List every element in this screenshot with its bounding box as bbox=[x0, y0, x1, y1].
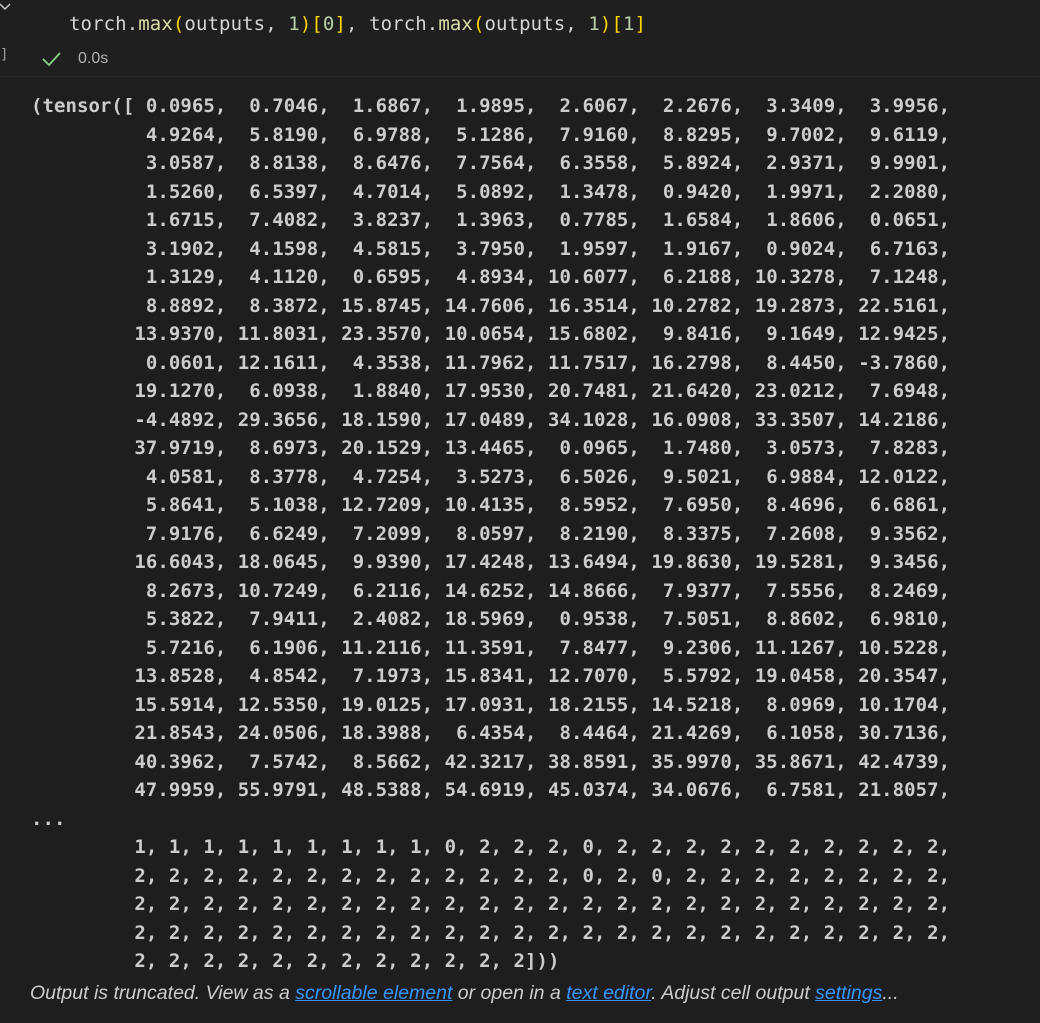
output-line: 4.9264, 5.8190, 6.9788, 5.1286, 7.9160, … bbox=[31, 123, 951, 146]
execution-count-bracket: ] bbox=[0, 47, 9, 63]
code-token: ( bbox=[472, 13, 485, 35]
output-line: 1.3129, 4.1120, 0.6595, 4.8934, 10.6077,… bbox=[31, 266, 951, 288]
output-line: 3.1902, 4.1598, 4.5815, 3.7950, 1.9597, … bbox=[31, 237, 951, 260]
output-line: 3.0587, 8.8138, 8.6476, 7.7564, 6.3558, … bbox=[31, 152, 951, 174]
code-token: 1 bbox=[588, 13, 600, 35]
code-token: outputs, bbox=[184, 13, 289, 35]
code-token: ( bbox=[172, 13, 185, 35]
code-token: max bbox=[138, 13, 173, 35]
output-line: 1, 1, 1, 1, 1, 1, 1, 1, 1, 0, 2, 2, 2, 0… bbox=[31, 836, 951, 858]
code-token: [ bbox=[611, 13, 623, 35]
truncation-text: Output is truncated. View as a bbox=[30, 982, 296, 1004]
check-icon bbox=[42, 52, 61, 67]
code-token: torch bbox=[69, 13, 127, 35]
code-cell[interactable]: torch.max(outputs, 1)[0], torch.max(outp… bbox=[0, 0, 1040, 77]
output-line: 5.7216, 6.1906, 11.2116, 11.3591, 7.8477… bbox=[31, 636, 951, 659]
settings-link[interactable]: settings bbox=[815, 982, 882, 1004]
cell-status: 0.0s bbox=[40, 48, 108, 70]
chevron-down-icon[interactable] bbox=[0, 0, 12, 14]
code-token: ) bbox=[299, 13, 312, 35]
output-line: 0.0601, 12.1611, 4.3538, 11.7962, 11.751… bbox=[31, 351, 951, 374]
output-line: 21.8543, 24.0506, 18.3988, 6.4354, 8.446… bbox=[31, 722, 951, 744]
output-line: 7.9176, 6.6249, 7.2099, 8.0597, 8.2190, … bbox=[31, 522, 951, 545]
output-line: 40.3962, 7.5742, 8.5662, 42.3217, 38.859… bbox=[31, 750, 951, 773]
output-line: 16.6043, 18.0645, 9.9390, 17.4248, 13.64… bbox=[31, 551, 951, 573]
code-token: [ bbox=[311, 13, 323, 35]
output-line: 2, 2, 2, 2, 2, 2, 2, 2, 2, 2, 2, 2])) bbox=[31, 950, 560, 972]
code-token: ] bbox=[634, 13, 647, 35]
cell-output[interactable]: (tensor([ 0.0965, 0.7046, 1.6867, 1.9895… bbox=[31, 92, 1031, 976]
code-token: 1 bbox=[288, 13, 300, 35]
output-line: -4.4892, 29.3656, 18.1590, 17.0489, 34.1… bbox=[31, 408, 951, 431]
output-line: 13.9370, 11.8031, 23.3570, 10.0654, 15.6… bbox=[31, 323, 951, 345]
output-line: 19.1270, 6.0938, 1.8840, 17.9530, 20.748… bbox=[31, 380, 951, 402]
output-line: 13.8528, 4.8542, 7.1973, 15.8341, 12.707… bbox=[31, 665, 951, 687]
code-editor-line[interactable]: torch.max(outputs, 1)[0], torch.max(outp… bbox=[69, 12, 646, 36]
code-token: ) bbox=[599, 13, 612, 35]
code-token: , torch. bbox=[346, 13, 439, 35]
output-line: 4.0581, 8.3778, 4.7254, 3.5273, 6.5026, … bbox=[31, 465, 951, 488]
output-line: 8.2673, 10.7249, 6.2116, 14.6252, 14.866… bbox=[31, 579, 951, 602]
truncation-ellipsis: ... bbox=[882, 982, 899, 1004]
text-editor-link[interactable]: text editor bbox=[566, 982, 651, 1004]
code-token: . bbox=[126, 13, 139, 35]
output-line: 5.8641, 5.1038, 12.7209, 10.4135, 8.5952… bbox=[31, 494, 951, 516]
output-line: 5.3822, 7.9411, 2.4082, 18.5969, 0.9538,… bbox=[31, 608, 951, 630]
code-token: outputs, bbox=[484, 13, 589, 35]
output-line: 1.5260, 6.5397, 4.7014, 5.0892, 1.3478, … bbox=[31, 180, 951, 203]
output-line: 37.9719, 8.6973, 20.1529, 13.4465, 0.096… bbox=[31, 437, 951, 459]
output-line: 2, 2, 2, 2, 2, 2, 2, 2, 2, 2, 2, 2, 2, 2… bbox=[31, 921, 951, 944]
execution-duration: 0.0s bbox=[78, 50, 109, 67]
output-line: 15.5914, 12.5350, 19.0125, 17.0931, 18.2… bbox=[31, 693, 951, 716]
truncation-notice: Output is truncated. View as a scrollabl… bbox=[30, 982, 899, 1005]
truncation-text: or open in a bbox=[452, 982, 567, 1004]
output-line: 8.8892, 8.3872, 15.8745, 14.7606, 16.351… bbox=[31, 294, 951, 317]
output-line: 2, 2, 2, 2, 2, 2, 2, 2, 2, 2, 2, 2, 2, 0… bbox=[31, 864, 951, 887]
output-line: (tensor([ 0.0965, 0.7046, 1.6867, 1.9895… bbox=[31, 95, 951, 117]
truncation-text: . Adjust cell output bbox=[651, 982, 816, 1004]
code-token: ] bbox=[334, 13, 347, 35]
output-ellipsis: ... bbox=[31, 807, 66, 830]
output-line: 1.6715, 7.4082, 3.8237, 1.3963, 0.7785, … bbox=[31, 209, 951, 231]
scrollable-element-link[interactable]: scrollable element bbox=[295, 982, 452, 1004]
code-token: 0 bbox=[322, 13, 335, 35]
code-token: 1 bbox=[623, 13, 635, 35]
output-line: 2, 2, 2, 2, 2, 2, 2, 2, 2, 2, 2, 2, 2, 2… bbox=[31, 893, 951, 915]
code-token: max bbox=[438, 13, 473, 35]
output-line: 47.9959, 55.9791, 48.5388, 54.6919, 45.0… bbox=[31, 779, 951, 801]
